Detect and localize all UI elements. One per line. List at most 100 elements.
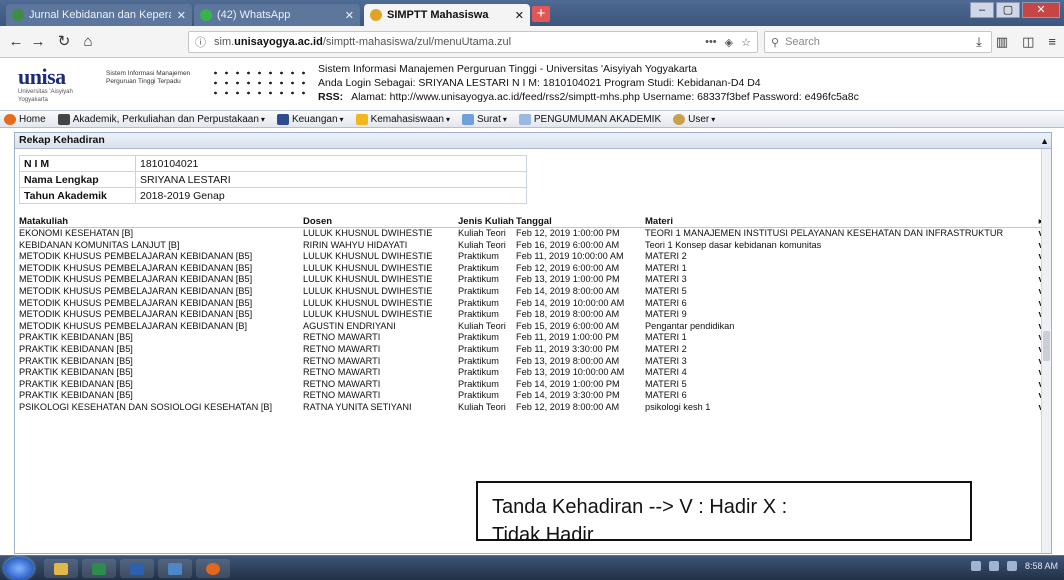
table-row[interactable]: METODIK KHUSUS PEMBELAJARAN KEBIDANAN [B… <box>19 298 1047 310</box>
legend-line-1: Tanda Kehadiran --> V : Hadir X : <box>492 496 788 518</box>
address-bar[interactable]: ⓘ sim.unisayogya.ac.id/simptt-mahasiswa/… <box>188 31 758 53</box>
close-tab-icon[interactable]: ✕ <box>177 9 186 22</box>
cell-materi: MATERI 5 <box>645 378 687 389</box>
cell-matakuliah: PRAKTIK KEBIDANAN [B5] <box>19 367 133 378</box>
cell-matakuliah: METODIK KHUSUS PEMBELAJARAN KEBIDANAN [B… <box>19 262 253 273</box>
site-title: Sistem Informasi Manajemen Perguruan Tin… <box>318 63 698 75</box>
column-header-tanggal[interactable]: Tanggal <box>516 215 645 227</box>
browser-tab-simptt[interactable]: SIMPTT Mahasiswa ✕ <box>364 4 530 26</box>
cell-tanggal: Feb 13, 2019 1:00:00 PM <box>516 274 620 285</box>
login-info: Anda Login Sebagai: SRIYANA LESTARI N I … <box>318 77 761 89</box>
cell-matakuliah: METODIK KHUSUS PEMBELAJARAN KEBIDANAN [B… <box>19 285 253 296</box>
scrollbar-thumb[interactable] <box>1043 331 1050 361</box>
cell-matakuliah: PRAKTIK KEBIDANAN [B5] <box>19 378 133 389</box>
site-info-icon[interactable]: ⓘ <box>195 34 206 50</box>
browser-tab-whatsapp[interactable]: (42) WhatsApp ✕ <box>194 4 360 26</box>
cell-matakuliah: METODIK KHUSUS PEMBELAJARAN KEBIDANAN [B… <box>19 320 248 331</box>
search-placeholder: Search <box>785 36 820 48</box>
cell-materi: Pengantar pendidikan <box>645 320 735 331</box>
menu-icon[interactable]: ≡ <box>1048 34 1056 50</box>
search-box[interactable]: ⚲ Search <box>764 31 992 53</box>
library-icon[interactable]: ▥ <box>996 34 1008 50</box>
table-row[interactable]: METODIK KHUSUS PEMBELAJARAN KEBIDANAN [B… <box>19 286 1047 298</box>
more-actions-icon[interactable]: ••• <box>705 36 717 49</box>
system-tray: 8:58 AM <box>970 561 1058 571</box>
grid-header: Matakuliah Dosen Jenis Kuliah Tanggal Ma… <box>19 215 1047 228</box>
cell-tanggal: Feb 12, 2019 1:00:00 PM <box>516 228 620 238</box>
pocket-icon[interactable]: ◈ <box>725 36 733 49</box>
tray-flag-icon[interactable] <box>970 561 981 571</box>
info-key: Nama Lengkap <box>19 171 136 188</box>
cell-jenis: Praktikum <box>458 343 499 354</box>
menu-surat[interactable]: Surat ▾ <box>461 113 507 125</box>
windows-taskbar: 8:58 AM <box>0 555 1064 580</box>
column-header-materi[interactable]: Materi <box>645 215 1035 227</box>
minimize-button[interactable]: – <box>970 2 994 18</box>
vertical-scrollbar[interactable] <box>1041 149 1051 553</box>
attendance-grid: Matakuliah Dosen Jenis Kuliah Tanggal Ma… <box>19 215 1047 414</box>
browser-tab-jurnal[interactable]: Jurnal Kebidanan dan Kepera... ✕ <box>6 4 192 26</box>
taskbar-media-button[interactable] <box>158 559 192 578</box>
unisa-logo[interactable]: unisa Universitas 'Aisyiyah Yogyakarta <box>18 66 80 104</box>
table-row[interactable]: METODIK KHUSUS PEMBELAJARAN KEBIDANAN [B… <box>19 309 1047 321</box>
table-row[interactable]: EKONOMI KESEHATAN [B] LULUK KHUSNUL DWIHE… <box>19 228 1047 240</box>
table-row[interactable]: PRAKTIK KEBIDANAN [B5] RETNO MAWARTI Prakt… <box>19 390 1047 402</box>
menu-pengumuman[interactable]: PENGUMUMAN AKADEMIK <box>518 113 661 125</box>
home-icon[interactable]: ⌂ <box>78 32 98 52</box>
taskbar-firefox-button[interactable] <box>196 559 230 578</box>
cell-tanggal: Feb 14, 2019 8:00:00 AM <box>516 285 620 296</box>
table-row[interactable]: PRAKTIK KEBIDANAN [B5] RETNO MAWARTI Prakt… <box>19 344 1047 356</box>
graduation-cap-icon <box>57 113 70 125</box>
menu-kemahasiswaan[interactable]: Kemahasiswaan ▾ <box>355 113 450 125</box>
back-arrow-icon[interactable]: ← <box>6 32 26 52</box>
new-tab-button[interactable]: + <box>532 6 550 22</box>
cell-matakuliah: METODIK KHUSUS PEMBELAJARAN KEBIDANAN [B… <box>19 309 253 320</box>
table-row[interactable]: KEBIDANAN KOMUNITAS LANJUT [B] RIRIN WAHY… <box>19 240 1047 252</box>
maximize-button[interactable]: ▢ <box>996 2 1020 18</box>
cell-matakuliah: EKONOMI KESEHATAN [B] <box>19 228 134 238</box>
column-header-jenis[interactable]: Jenis Kuliah <box>458 215 516 227</box>
close-window-button[interactable]: ✕ <box>1022 2 1060 18</box>
taskbar-explorer-button[interactable] <box>44 559 78 578</box>
taskbar-excel-button[interactable] <box>82 559 116 578</box>
table-row[interactable]: METODIK KHUSUS PEMBELAJARAN KEBIDANAN [B… <box>19 251 1047 263</box>
cell-dosen: LULUK KHUSNUL DWIHESTIE <box>303 297 433 308</box>
menu-akademik[interactable]: Akademik, Perkuliahan dan Perpustakaan ▾ <box>57 113 265 125</box>
header-info: Sistem Informasi Manajemen Perguruan Tin… <box>318 62 1058 104</box>
table-row[interactable]: METODIK KHUSUS PEMBELAJARAN KEBIDANAN [B… <box>19 263 1047 275</box>
forward-arrow-icon[interactable]: → <box>28 32 48 52</box>
tray-clock[interactable]: 8:58 AM <box>1025 561 1058 571</box>
cell-jenis: Praktikum <box>458 251 499 262</box>
taskbar-word-button[interactable] <box>120 559 154 578</box>
sidebar-icon[interactable]: ◫ <box>1022 34 1034 50</box>
tray-network-icon[interactable] <box>988 561 999 571</box>
close-tab-icon[interactable]: ✕ <box>345 9 354 22</box>
table-row[interactable]: PSIKOLOGI KESEHATAN DAN SOSIOLOGI KESEHA… <box>19 402 1047 414</box>
start-button[interactable] <box>4 557 34 580</box>
menu-user[interactable]: User ▾ <box>673 113 715 125</box>
menu-home[interactable]: Home <box>4 113 46 125</box>
table-row[interactable]: METODIK KHUSUS PEMBELAJARAN KEBIDANAN [B… <box>19 321 1047 333</box>
column-header-dosen[interactable]: Dosen <box>303 215 458 227</box>
download-icon[interactable]: ⤓ <box>976 34 982 50</box>
table-row[interactable]: PRAKTIK KEBIDANAN [B5] RETNO MAWARTI Prakt… <box>19 367 1047 379</box>
table-row[interactable]: PRAKTIK KEBIDANAN [B5] RETNO MAWARTI Prakt… <box>19 379 1047 391</box>
collapse-icon[interactable]: ▲ <box>1040 134 1049 149</box>
info-row-tahun: Tahun Akademik 2018-2019 Genap <box>19 187 527 204</box>
table-row[interactable]: METODIK KHUSUS PEMBELAJARAN KEBIDANAN [B… <box>19 274 1047 286</box>
table-row[interactable]: PRAKTIK KEBIDANAN [B5] RETNO MAWARTI Prakt… <box>19 332 1047 344</box>
cell-dosen: LULUK KHUSNUL DWIHESTIE <box>303 262 433 273</box>
cell-jenis: Kuliah Teori <box>458 228 506 238</box>
cell-jenis: Kuliah Teori <box>458 401 506 412</box>
close-tab-icon[interactable]: ✕ <box>515 9 524 22</box>
search-icon: ⚲ <box>771 36 780 49</box>
bookmark-star-icon[interactable]: ☆ <box>741 36 751 49</box>
cell-jenis: Praktikum <box>458 274 499 285</box>
table-row[interactable]: PRAKTIK KEBIDANAN [B5] RETNO MAWARTI Prakt… <box>19 356 1047 368</box>
column-header-matakuliah[interactable]: Matakuliah <box>19 215 303 227</box>
menu-keuangan[interactable]: Keuangan ▾ <box>276 113 344 125</box>
cell-materi: MATERI 5 <box>645 285 687 296</box>
cell-jenis: Praktikum <box>458 355 499 366</box>
reload-icon[interactable]: ↻ <box>54 32 74 52</box>
tray-volume-icon[interactable] <box>1006 561 1017 571</box>
